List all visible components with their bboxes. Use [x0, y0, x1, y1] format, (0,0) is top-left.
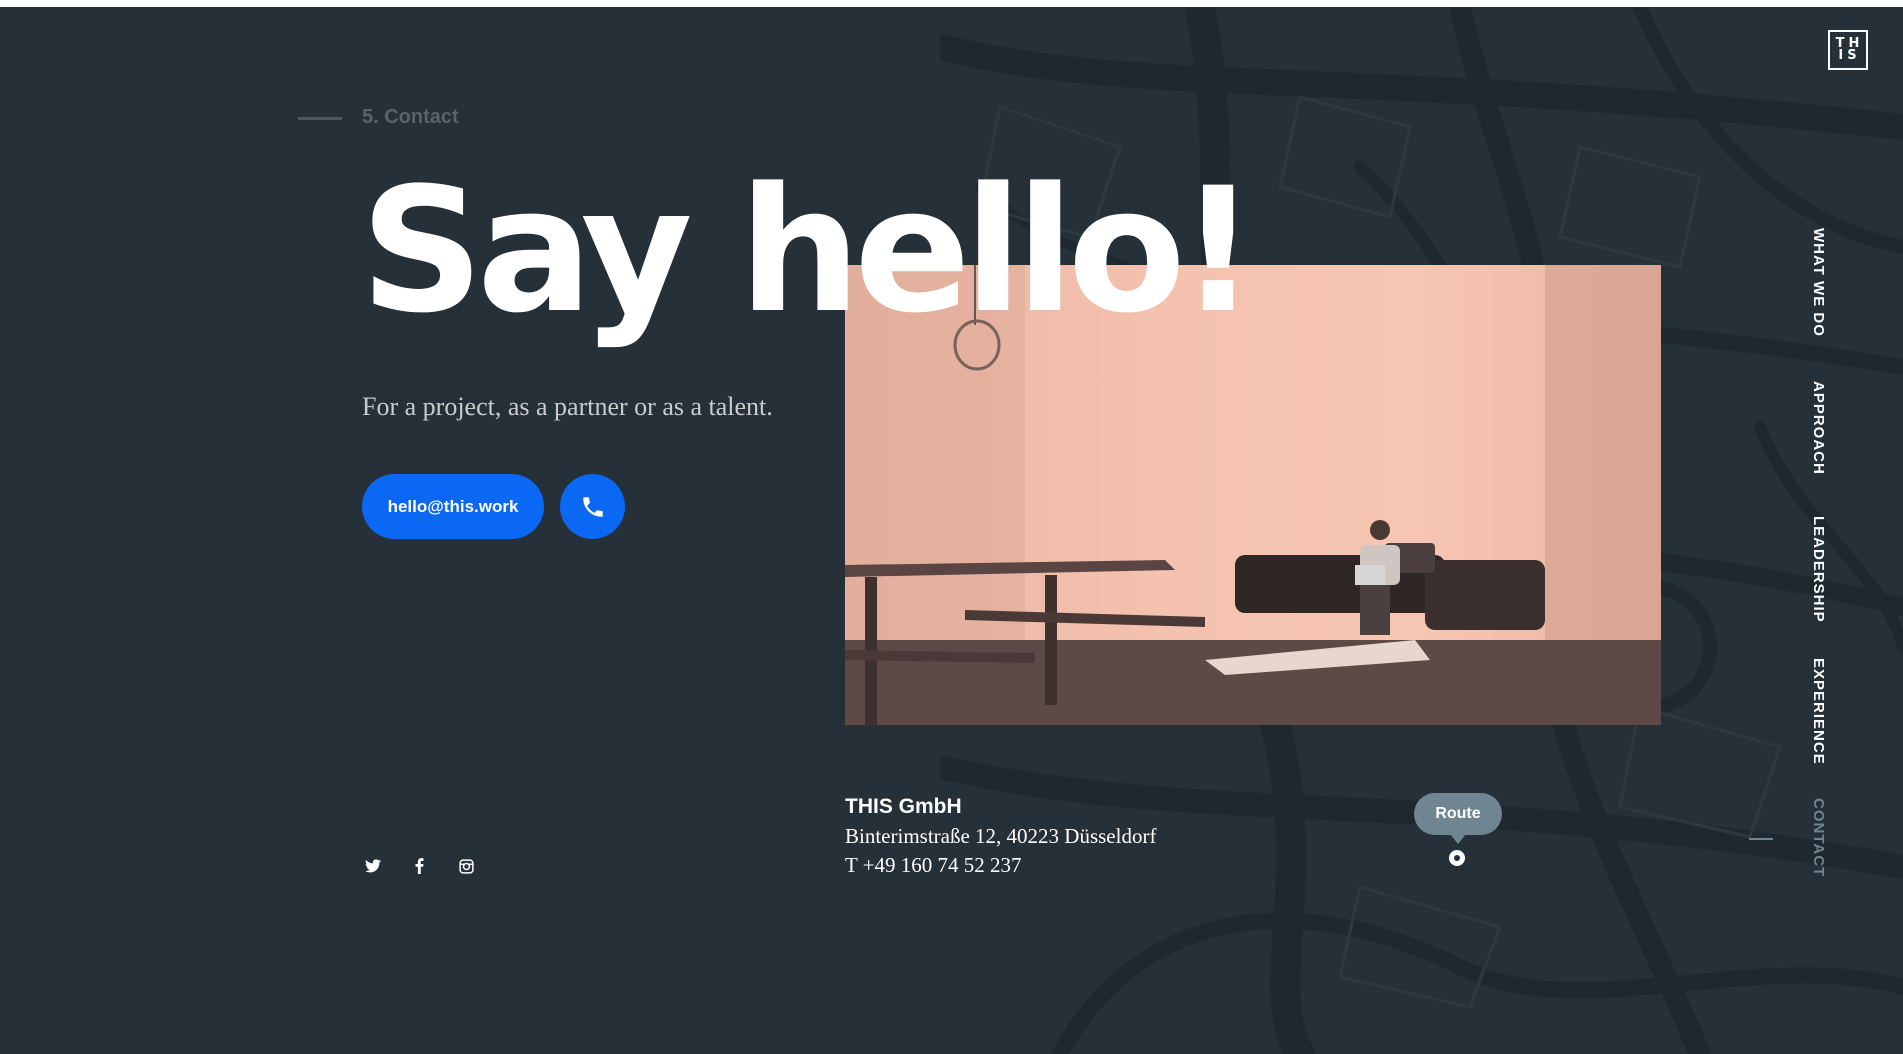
email-button[interactable]: hello@this.work	[362, 474, 544, 539]
twitter-icon	[365, 859, 381, 873]
page-subline: For a project, as a partner or as a tale…	[362, 392, 773, 421]
nav-item-approach[interactable]: APPROACH	[1810, 381, 1827, 475]
location-pin-icon[interactable]	[1449, 850, 1465, 866]
nav-active-indicator	[1749, 838, 1773, 840]
instagram-icon	[458, 858, 474, 874]
twitter-link[interactable]	[362, 855, 384, 877]
this-logo[interactable]: TH IS	[1828, 30, 1868, 70]
section-divider-line	[298, 117, 342, 120]
phone-icon	[582, 496, 603, 517]
route-button[interactable]: Route	[1414, 793, 1502, 835]
page-headline: Say hello!	[360, 150, 1257, 351]
nav-item-contact[interactable]: CONTACT	[1810, 798, 1827, 877]
facebook-link[interactable]	[408, 855, 430, 877]
company-name: THIS GmbH	[845, 795, 962, 818]
nav-item-what-we-do[interactable]: WHAT WE DO	[1810, 228, 1827, 337]
section-label: 5. Contact	[362, 106, 459, 128]
nav-item-experience[interactable]: EXPERIENCE	[1810, 658, 1827, 765]
route-bubble-tip	[1450, 834, 1466, 844]
nav-item-leadership[interactable]: LEADERSHIP	[1810, 516, 1827, 623]
top-border	[0, 0, 1903, 7]
company-address: Binterimstraße 12, 40223 Düsseldorf	[845, 824, 1157, 848]
facebook-icon	[415, 858, 423, 874]
company-phone[interactable]: T +49 160 74 52 237	[845, 853, 1022, 878]
instagram-link[interactable]	[455, 855, 477, 877]
phone-button[interactable]	[560, 474, 625, 539]
